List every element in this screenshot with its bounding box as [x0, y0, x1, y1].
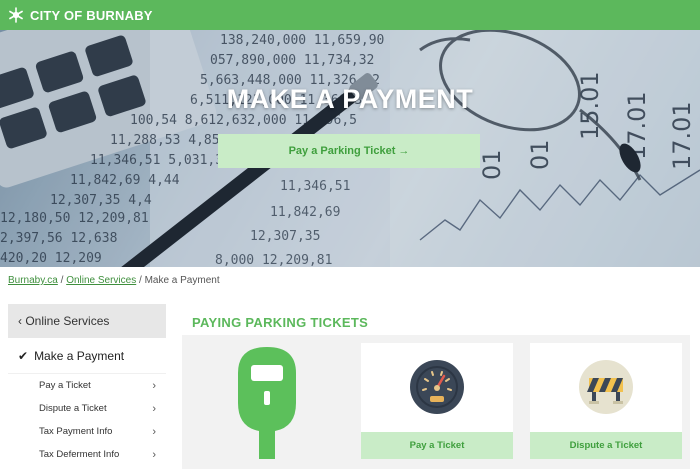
chevron-right-icon: ›	[152, 402, 156, 415]
hero-banner: 138,240,000 11,659,90 057,890,000 11,734…	[0, 30, 700, 267]
barricade-icon	[579, 360, 633, 414]
sidebar-active-label: Make a Payment	[34, 348, 125, 363]
snowflake-icon	[9, 7, 23, 23]
sidebar-nav: ‹ Online Services ✔ Make a Payment Pay a…	[8, 304, 166, 469]
pay-a-ticket-label: Pay a Ticket	[361, 432, 513, 459]
breadcrumb: Burnaby.ca / Online Services / Make a Pa…	[8, 275, 220, 286]
checkmark-icon: ✔	[18, 348, 29, 363]
sidebar-item-dispute-a-ticket[interactable]: Dispute a Ticket ›	[8, 397, 166, 420]
sidebar-item-make-a-payment[interactable]: ✔ Make a Payment	[8, 338, 166, 374]
section-title: PAYING PARKING TICKETS	[192, 315, 369, 330]
breadcrumb-separator: /	[139, 275, 142, 286]
breadcrumb-current: Make a Payment	[144, 275, 220, 286]
breadcrumb-online-services-link[interactable]: Online Services	[66, 275, 136, 286]
sidebar-item-label: Tax Payment Info	[39, 426, 113, 437]
sidebar-item-label: Tax Deferment Info	[39, 449, 120, 460]
sidebar-item-label: Dispute a Ticket	[39, 403, 107, 414]
hero-title: MAKE A PAYMENT	[226, 84, 474, 114]
logo-text: CITY OF BURNABY	[30, 7, 153, 23]
sidebar-item-tax-deferment-info[interactable]: Tax Deferment Info ›	[8, 443, 166, 466]
sidebar-item-tax-payment-info[interactable]: Tax Payment Info ›	[8, 420, 166, 443]
sidebar-item-pay-a-ticket[interactable]: Pay a Ticket ›	[8, 374, 166, 397]
sidebar-item-label: Pay a Ticket	[39, 380, 91, 391]
breadcrumb-home-link[interactable]: Burnaby.ca	[8, 275, 58, 286]
chevron-right-icon: ›	[152, 379, 156, 392]
sidebar-back-online-services[interactable]: ‹ Online Services	[8, 304, 166, 338]
pay-parking-ticket-button[interactable]: Pay a Parking Ticket →	[218, 134, 480, 168]
dispute-a-ticket-card[interactable]: Dispute a Ticket	[530, 343, 682, 459]
speedometer-icon	[410, 360, 464, 414]
pay-a-ticket-card[interactable]: Pay a Ticket	[361, 343, 513, 459]
parking-meter-icon	[238, 347, 296, 459]
chevron-right-icon: ›	[152, 425, 156, 438]
breadcrumb-separator: /	[60, 275, 64, 286]
chevron-right-icon: ›	[152, 448, 156, 461]
dispute-a-ticket-label: Dispute a Ticket	[530, 432, 682, 459]
top-bar: CITY OF BURNABY	[0, 0, 700, 30]
city-logo[interactable]: CITY OF BURNABY	[8, 7, 153, 23]
